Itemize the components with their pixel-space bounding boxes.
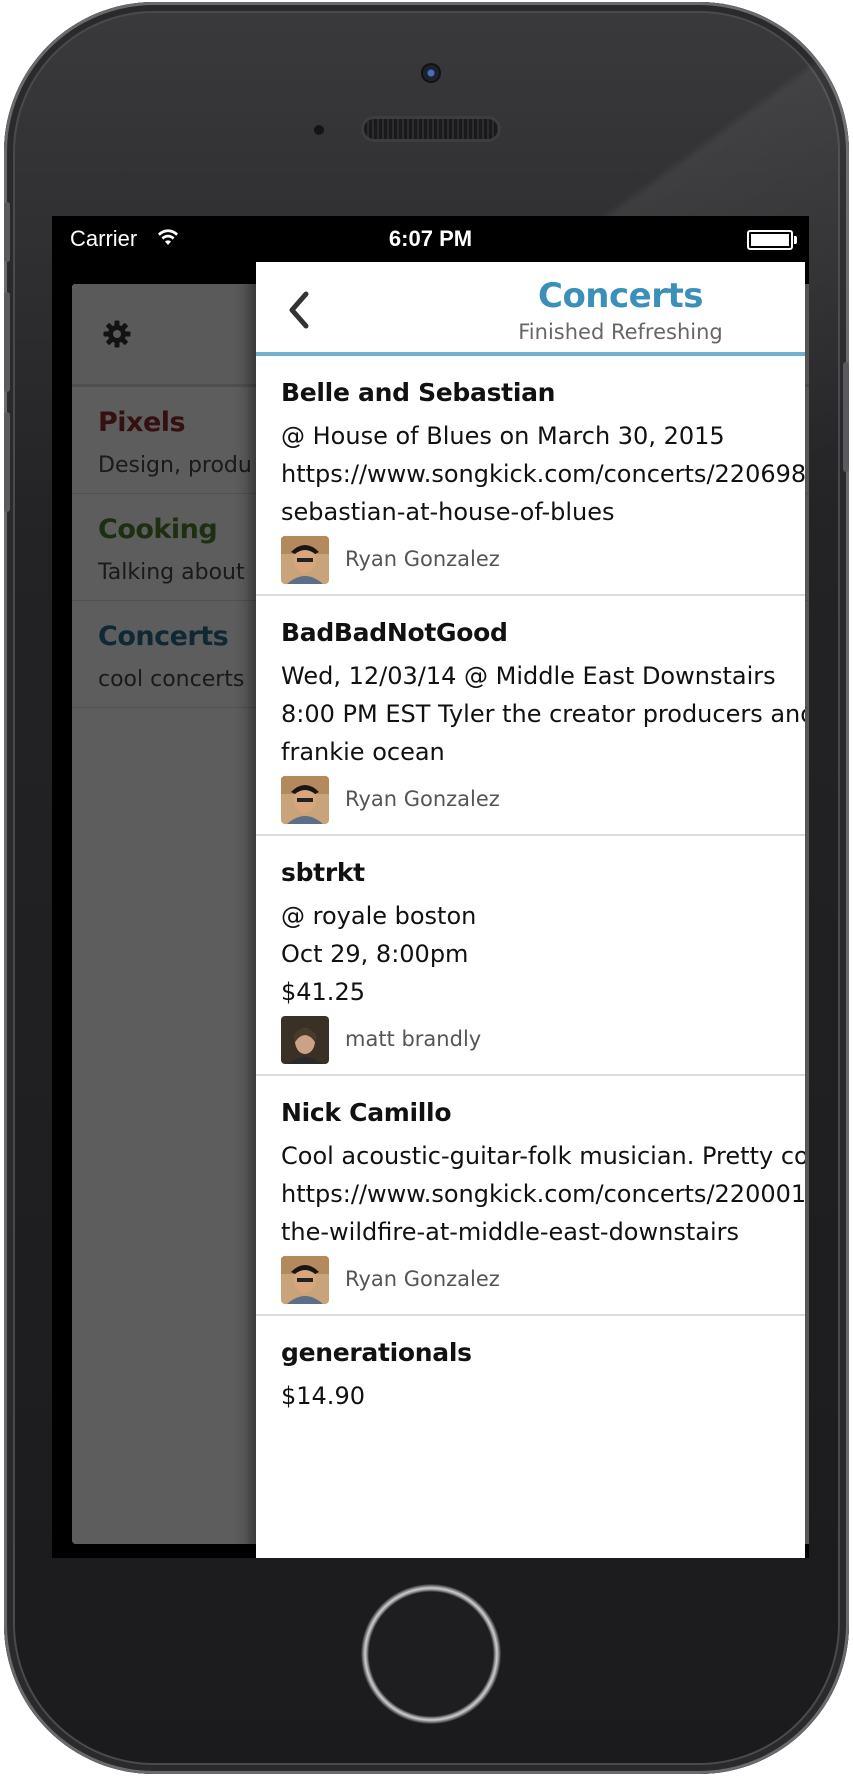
feed-item-title: sbtrkt	[281, 858, 365, 887]
avatar	[281, 776, 329, 824]
menu-item-title: Cooking	[98, 514, 218, 545]
status-bar: Carrier 6:07 PM	[52, 216, 809, 260]
feed-item[interactable]: sbtrkt @ royale boston Oct 29, 8:00pm $4…	[256, 836, 805, 1076]
feed-item-title: BadBadNotGood	[281, 618, 508, 647]
feed-item-link[interactable]: https://www.songkick.com/concerts/220698…	[281, 460, 805, 488]
feed-item[interactable]: Belle and Sebastian @ House of Blues on …	[256, 356, 805, 596]
feed-item-title: Belle and Sebastian	[281, 378, 556, 407]
front-camera	[423, 65, 439, 81]
concerts-card: Concerts Finished Refreshing Belle and S…	[256, 262, 805, 1558]
volume-up-button	[4, 292, 10, 392]
status-time: 6:07 PM	[388, 226, 473, 251]
feed-item-line: $14.90	[281, 1382, 365, 1410]
feed-item-line: frankie ocean	[281, 738, 445, 766]
feed-item-title: generationals	[281, 1338, 472, 1367]
menu-item-subtitle: Design, produ	[98, 453, 252, 478]
gear-icon[interactable]	[102, 319, 132, 349]
earpiece-speaker	[364, 119, 498, 139]
page-title: Concerts	[538, 276, 704, 316]
feed-item-line: Wed, 12/03/14 @ Middle East Downstairs	[281, 662, 776, 690]
chevron-left-icon[interactable]	[284, 290, 314, 330]
menu-item-title: Pixels	[98, 407, 186, 438]
feed-item-link[interactable]: sebastian-at-house-of-blues	[281, 498, 615, 526]
feed-item[interactable]: BadBadNotGood Wed, 12/03/14 @ Middle Eas…	[256, 596, 805, 836]
feed-item[interactable]: generationals $14.90	[256, 1316, 805, 1516]
feed-item-link[interactable]: https://www.songkick.com/concerts/220001…	[281, 1180, 805, 1208]
feed-item-link[interactable]: the-wildfire-at-middle-east-downstairs	[281, 1218, 739, 1246]
feed-item-title: Nick Camillo	[281, 1098, 452, 1127]
battery-icon	[747, 230, 797, 250]
card-header: Concerts Finished Refreshing	[256, 262, 805, 356]
menu-item-subtitle: cool concerts	[98, 667, 245, 692]
refresh-status: Finished Refreshing	[518, 320, 723, 344]
screen: Carrier 6:07 PM Pixels Design, produ Coo…	[52, 216, 809, 1558]
avatar	[281, 1256, 329, 1304]
mute-switch	[4, 202, 10, 262]
feed-item[interactable]: Nick Camillo Cool acoustic-guitar-folk m…	[256, 1076, 805, 1316]
menu-item-title: Concerts	[98, 621, 229, 652]
proximity-sensor	[314, 125, 324, 135]
avatar	[281, 1016, 329, 1064]
feed-item-line: @ royale boston	[281, 902, 477, 930]
feed-item-line: Cool acoustic-guitar-folk musician. Pret…	[281, 1142, 805, 1170]
volume-down-button	[4, 412, 10, 512]
author-name: Ryan Gonzalez	[345, 787, 500, 811]
author-name: Ryan Gonzalez	[345, 547, 500, 571]
home-button[interactable]	[361, 1584, 501, 1724]
power-button	[843, 362, 849, 472]
feed-item-line: 8:00 PM EST Tyler the creator producers …	[281, 700, 805, 728]
feed-item-line: @ House of Blues on March 30, 2015	[281, 422, 725, 450]
feed-item-line: Oct 29, 8:00pm	[281, 940, 469, 968]
author-name: Ryan Gonzalez	[345, 1267, 500, 1291]
avatar	[281, 536, 329, 584]
menu-item-subtitle: Talking about	[98, 560, 245, 585]
author-name: matt brandly	[345, 1027, 482, 1051]
phone-frame: Carrier 6:07 PM Pixels Design, produ Coo…	[4, 2, 849, 1774]
feed-item-line: $41.25	[281, 978, 365, 1006]
